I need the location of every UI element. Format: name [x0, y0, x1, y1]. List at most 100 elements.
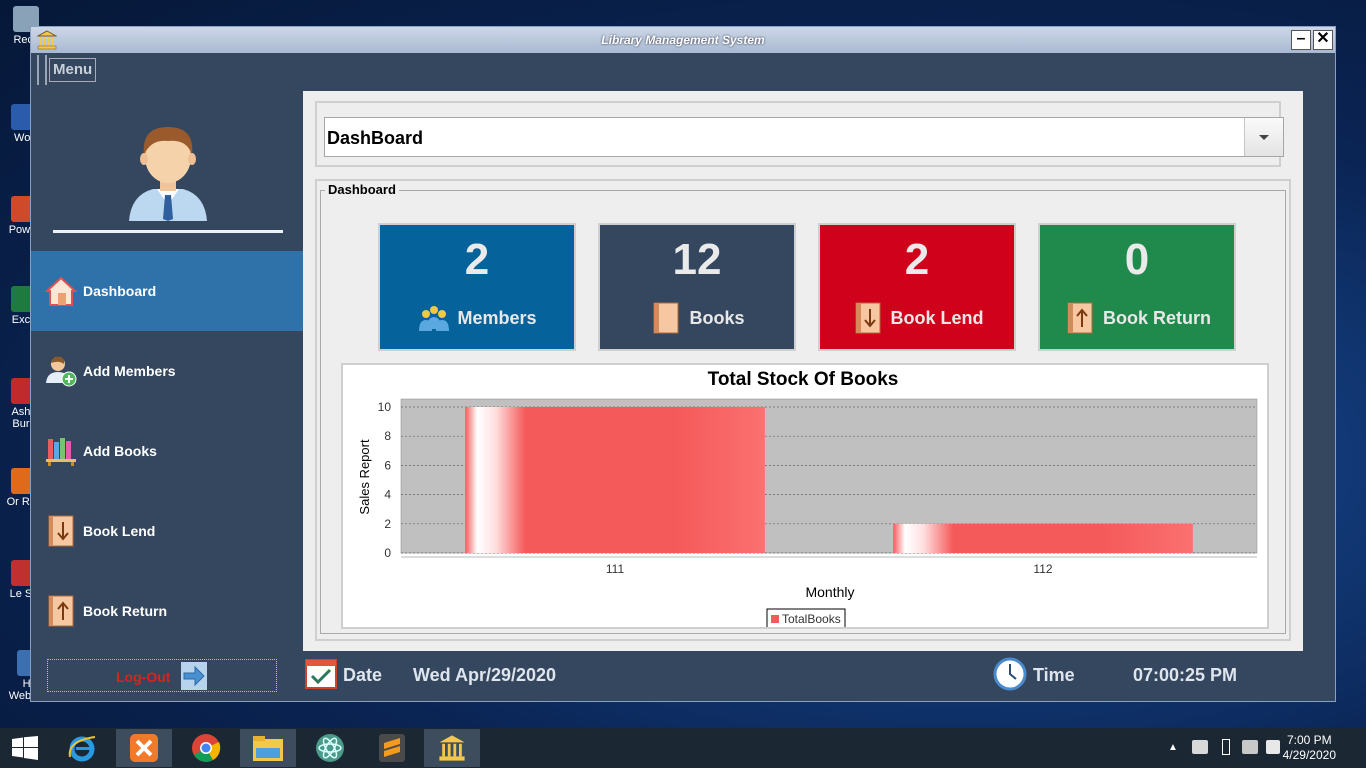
stock-chart-svg: Total Stock Of Books 0 2 4 6 8 10 111 112 Sale… [357, 369, 1258, 630]
page-select-combo[interactable]: DashBoard [324, 117, 1284, 157]
window-title: Library Management System [601, 33, 765, 47]
taskbar-internet-explorer[interactable] [54, 729, 110, 767]
bar-112 [893, 523, 1193, 553]
app-window: Library Management System – ✕ Menu Dashb… [30, 26, 1336, 702]
sidebar-divider [53, 230, 283, 233]
logout-arrow-icon [181, 662, 207, 690]
books-label: Books [689, 307, 745, 328]
dashboard-panel: Dashboard 2 Members 12 Books 2 Book Lend… [315, 179, 1291, 641]
windows-logo-icon [12, 736, 38, 760]
bookshelf-icon [46, 438, 76, 466]
add-member-icon [46, 356, 77, 387]
y-tick-label: 6 [384, 458, 391, 472]
y-axis-label: Sales Report [357, 439, 372, 515]
y-tick-label: 8 [384, 429, 391, 443]
close-button[interactable]: ✕ [1313, 30, 1333, 50]
sidebar-item-label: Dashboard [83, 283, 157, 299]
clock-date: 4/29/2020 [1282, 748, 1336, 762]
volume-icon[interactable] [1192, 740, 1208, 754]
xampp-icon [130, 734, 158, 762]
network-icon[interactable] [1242, 740, 1258, 754]
combo-dropdown-button[interactable] [1244, 118, 1283, 156]
book-return-card[interactable]: 0 Book Return [1038, 223, 1236, 351]
taskbar-file-explorer[interactable] [240, 729, 296, 767]
atom-icon [316, 734, 344, 762]
book-icon [653, 302, 679, 334]
books-card[interactable]: 12 Books [598, 223, 796, 351]
minimize-button[interactable]: – [1291, 30, 1311, 50]
sidebar-item-book-lend[interactable]: Book Lend [31, 491, 303, 571]
members-count: 2 [464, 235, 490, 284]
home-icon [45, 276, 77, 306]
taskbar-sublime[interactable] [364, 729, 420, 767]
book-lend-icon [48, 515, 74, 547]
chrome-icon [192, 734, 221, 762]
bar-111 [465, 407, 765, 553]
library-icon [439, 735, 465, 761]
taskbar: ▲ 7:00 PM 4/29/2020 [0, 728, 1366, 768]
time-label: Time [1033, 665, 1075, 685]
action-center-icon[interactable] [1266, 740, 1280, 754]
book-return-count: 0 [1124, 235, 1150, 284]
date-label: Date [343, 665, 383, 685]
sidebar-item-book-return[interactable]: Book Return [31, 571, 303, 651]
book-lend-card[interactable]: 2 Book Lend [818, 223, 1016, 351]
dashboard-group-title: Dashboard [325, 182, 399, 197]
combo-selected-value: DashBoard [327, 128, 424, 148]
logout-button[interactable]: Log-Out [47, 659, 277, 692]
chart-title: Total Stock Of Books [708, 369, 899, 390]
sidebar-item-label: Book Lend [83, 523, 156, 539]
sidebar-item-label: Add Members [83, 363, 176, 379]
y-tick-label: 2 [384, 517, 391, 531]
taskbar-clock[interactable]: 7:00 PM 4/29/2020 [1283, 733, 1336, 763]
book-lend-count: 2 [904, 235, 930, 284]
book-return-icon [48, 595, 74, 627]
chevron-down-icon [1259, 135, 1269, 140]
y-tick-label: 10 [378, 400, 392, 414]
book-return-label: Book Return [1103, 307, 1211, 328]
internet-explorer-icon [68, 736, 96, 762]
book-lend-label: Book Lend [890, 307, 984, 328]
members-card[interactable]: 2 Members [378, 223, 576, 351]
legend-label: TotalBooks [782, 612, 841, 626]
members-icon [419, 306, 450, 331]
taskbar-xampp[interactable] [116, 729, 172, 767]
x-axis-label: Monthly [805, 584, 854, 600]
title-bar[interactable]: Library Management System – ✕ [31, 27, 1335, 54]
menu-bar [31, 53, 1335, 87]
start-button[interactable] [0, 729, 50, 767]
taskbar-atom[interactable] [302, 729, 358, 767]
main-content: DashBoard Dashboard 2 Members 12 Books 2… [303, 91, 1303, 651]
show-hidden-icons-button[interactable]: ▲ [1168, 742, 1178, 753]
members-label: Members [457, 307, 537, 328]
sidebar-item-label: Book Return [83, 603, 167, 619]
folder-icon [253, 736, 283, 761]
y-tick-label: 0 [384, 546, 391, 560]
sidebar-item-dashboard[interactable]: Dashboard [31, 251, 303, 331]
taskbar-library-app[interactable] [424, 729, 480, 767]
stock-chart: Total Stock Of Books 0 2 4 6 8 10 111 112 Sale… [341, 363, 1269, 630]
logout-label: Log-Out [116, 669, 171, 685]
dashboard-group: Dashboard 2 Members 12 Books 2 Book Lend… [320, 182, 1286, 634]
battery-icon[interactable] [1222, 739, 1230, 755]
book-return-icon [1067, 302, 1093, 334]
x-tick-label: 112 [1033, 562, 1052, 576]
calendar-icon [305, 659, 337, 689]
y-tick-label: 4 [384, 488, 391, 502]
book-lend-icon [855, 302, 880, 334]
sidebar-item-add-books[interactable]: Add Books [31, 411, 303, 491]
status-bar: Date Wed Apr/29/2020 Time 07:00:25 PM [303, 651, 1337, 701]
x-tick-label: 111 [606, 562, 625, 576]
date-value: Wed Apr/29/2020 [413, 665, 557, 685]
grip-handle [37, 55, 47, 85]
clock-icon [993, 657, 1027, 691]
sublime-text-icon [379, 734, 405, 762]
menu-button[interactable]: Menu [49, 58, 97, 82]
sidebar: Dashboard Add Members Add Books Book Len… [31, 87, 303, 701]
clock-time: 7:00 PM [1286, 733, 1332, 747]
taskbar-chrome[interactable] [178, 729, 234, 767]
sidebar-item-label: Add Books [83, 443, 157, 459]
sidebar-item-add-members[interactable]: Add Members [31, 331, 303, 411]
books-count: 12 [672, 235, 722, 284]
legend-swatch [771, 615, 779, 623]
